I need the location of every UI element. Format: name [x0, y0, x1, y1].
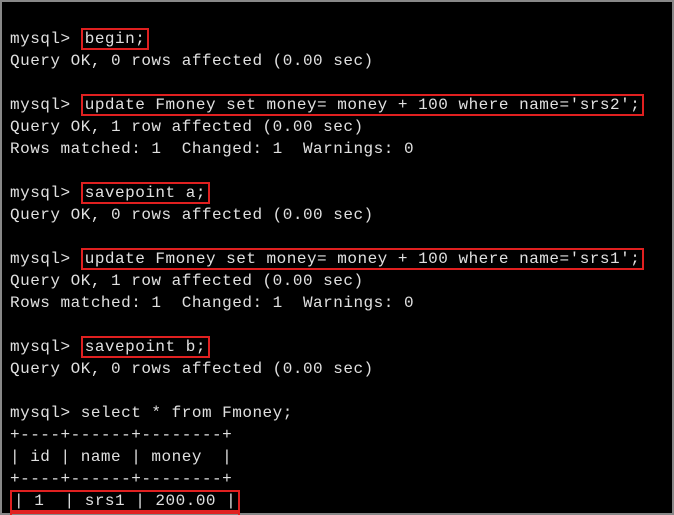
- prompt: mysql>: [10, 250, 71, 268]
- cmd-begin: begin;: [81, 28, 150, 50]
- resp-saveb: Query OK, 0 rows affected (0.00 sec): [10, 360, 374, 378]
- resp-update1-l1: Query OK, 1 row affected (0.00 sec): [10, 118, 364, 136]
- prompt: mysql>: [10, 184, 71, 202]
- resp-update1-l2: Rows matched: 1 Changed: 1 Warnings: 0: [10, 140, 414, 158]
- table-row: | 1 | srs1 | 200.00 |: [10, 490, 240, 512]
- prompt: mysql>: [10, 30, 71, 48]
- cmd-update-srs1: update Fmoney set money= money + 100 whe…: [81, 248, 645, 270]
- resp-savea: Query OK, 0 rows affected (0.00 sec): [10, 206, 374, 224]
- prompt: mysql>: [10, 404, 71, 422]
- cmd-update-srs2: update Fmoney set money= money + 100 whe…: [81, 94, 645, 116]
- prompt: mysql>: [10, 338, 71, 356]
- table-header: | id | name | money |: [10, 448, 232, 466]
- resp-update2-l1: Query OK, 1 row affected (0.00 sec): [10, 272, 364, 290]
- prompt: mysql>: [10, 96, 71, 114]
- resp-update2-l2: Rows matched: 1 Changed: 1 Warnings: 0: [10, 294, 414, 312]
- table-border: +----+------+--------+: [10, 470, 232, 488]
- mysql-terminal[interactable]: mysql> begin; Query OK, 0 rows affected …: [0, 0, 674, 515]
- cmd-select: select * from Fmoney;: [81, 404, 293, 422]
- table-border: +----+------+--------+: [10, 426, 232, 444]
- resp-begin: Query OK, 0 rows affected (0.00 sec): [10, 52, 374, 70]
- cmd-savepoint-b: savepoint b;: [81, 336, 210, 358]
- cmd-savepoint-a: savepoint a;: [81, 182, 210, 204]
